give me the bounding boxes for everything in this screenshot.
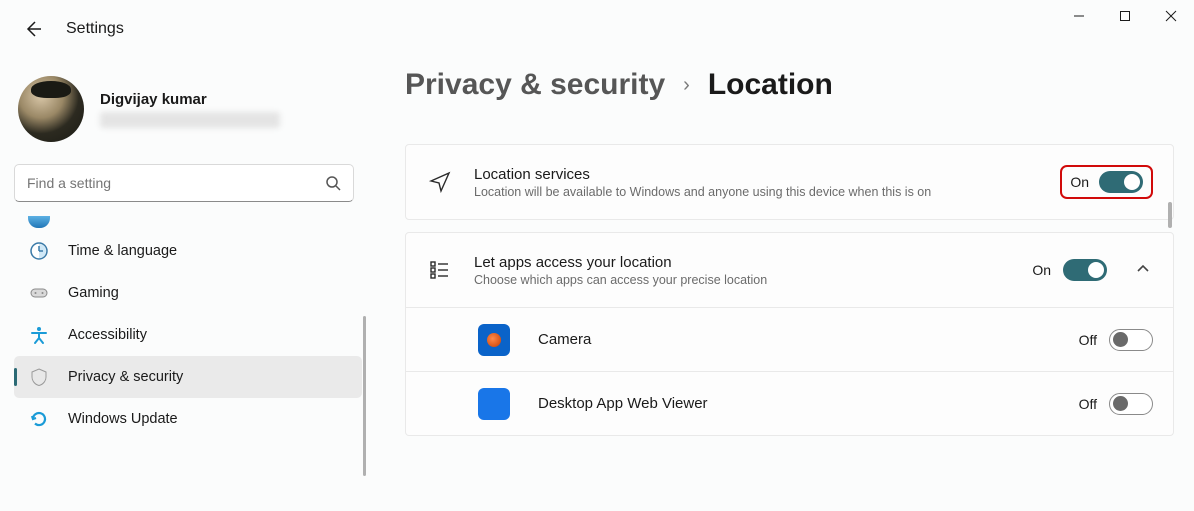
app-name: Camera <box>538 331 1059 348</box>
card-subtitle: Location will be available to Windows an… <box>474 185 1014 199</box>
minimize-button[interactable] <box>1056 0 1102 32</box>
sidebar-item-label: Gaming <box>68 285 119 301</box>
sidebar-item-label: Windows Update <box>68 411 178 427</box>
close-button[interactable] <box>1148 0 1194 32</box>
sidebar-item-gaming[interactable]: Gaming <box>14 272 362 314</box>
apps-access-card[interactable]: Let apps access your location Choose whi… <box>405 232 1174 308</box>
breadcrumb-parent[interactable]: Privacy & security <box>405 68 665 102</box>
sidebar-item-label: Time & language <box>68 243 177 259</box>
generic-app-icon <box>478 388 510 420</box>
sidebar-item-label: Privacy & security <box>68 369 183 385</box>
location-services-toggle[interactable] <box>1099 171 1143 193</box>
shield-icon <box>28 366 50 388</box>
sidebar-item-windows-update[interactable]: Windows Update <box>14 398 362 440</box>
breadcrumb-current: Location <box>708 68 833 102</box>
search-box[interactable] <box>14 164 354 202</box>
list-settings-icon <box>426 258 454 282</box>
profile-email-blurred <box>100 112 280 128</box>
search-icon <box>325 175 341 191</box>
location-services-card[interactable]: Location services Location will be avail… <box>405 144 1174 220</box>
sidebar-item-accessibility[interactable]: Accessibility <box>14 314 362 356</box>
sidebar-item-label: Accessibility <box>68 327 147 343</box>
profile-name: Digvijay kumar <box>100 91 280 108</box>
chevron-up-icon[interactable] <box>1135 261 1153 279</box>
toggle-state-label: Off <box>1079 332 1097 348</box>
maximize-button[interactable] <box>1102 0 1148 32</box>
main-pane: Privacy & security › Location Location s… <box>405 68 1174 511</box>
settings-cards: Location services Location will be avail… <box>405 144 1174 436</box>
sidebar-item-privacy-security[interactable]: Privacy & security <box>14 356 362 398</box>
sidebar-list: Time & language Gaming Accessibility Pri… <box>14 214 362 440</box>
location-arrow-icon <box>426 170 454 194</box>
avatar <box>18 76 84 142</box>
toggle-state-label: Off <box>1079 396 1097 412</box>
card-subtitle: Choose which apps can access your precis… <box>474 273 1012 287</box>
accessibility-icon <box>28 324 50 346</box>
app-title: Settings <box>66 20 124 38</box>
profile-block[interactable]: Digvijay kumar <box>14 70 362 160</box>
highlighted-toggle: On <box>1060 165 1153 199</box>
card-title: Let apps access your location <box>474 254 1012 271</box>
toggle-state-label: On <box>1032 262 1051 278</box>
search-input[interactable] <box>27 175 325 191</box>
gamepad-icon <box>28 282 50 304</box>
breadcrumb: Privacy & security › Location <box>405 68 1174 102</box>
card-title: Location services <box>474 166 1040 183</box>
clock-globe-icon <box>28 240 50 262</box>
app-row-camera[interactable]: Camera Off <box>405 308 1174 372</box>
window-controls <box>1056 0 1194 32</box>
sidebar: Digvijay kumar Time & language Gaming <box>14 70 362 440</box>
desktop-app-web-viewer-location-toggle[interactable] <box>1109 393 1153 415</box>
back-button[interactable] <box>24 20 42 38</box>
camera-location-toggle[interactable] <box>1109 329 1153 351</box>
app-row-desktop-app-web-viewer[interactable]: Desktop App Web Viewer Off <box>405 372 1174 436</box>
toggle-state-label: On <box>1070 174 1089 190</box>
header: Settings <box>24 20 124 38</box>
update-icon <box>28 408 50 430</box>
chevron-right-icon: › <box>683 74 690 97</box>
sidebar-item-time-language[interactable]: Time & language <box>14 230 362 272</box>
apps-access-toggle[interactable] <box>1063 259 1107 281</box>
app-name: Desktop App Web Viewer <box>538 395 1059 412</box>
apps-access-group: Let apps access your location Choose whi… <box>405 232 1174 436</box>
partial-item-icon <box>28 216 50 228</box>
camera-app-icon <box>478 324 510 356</box>
